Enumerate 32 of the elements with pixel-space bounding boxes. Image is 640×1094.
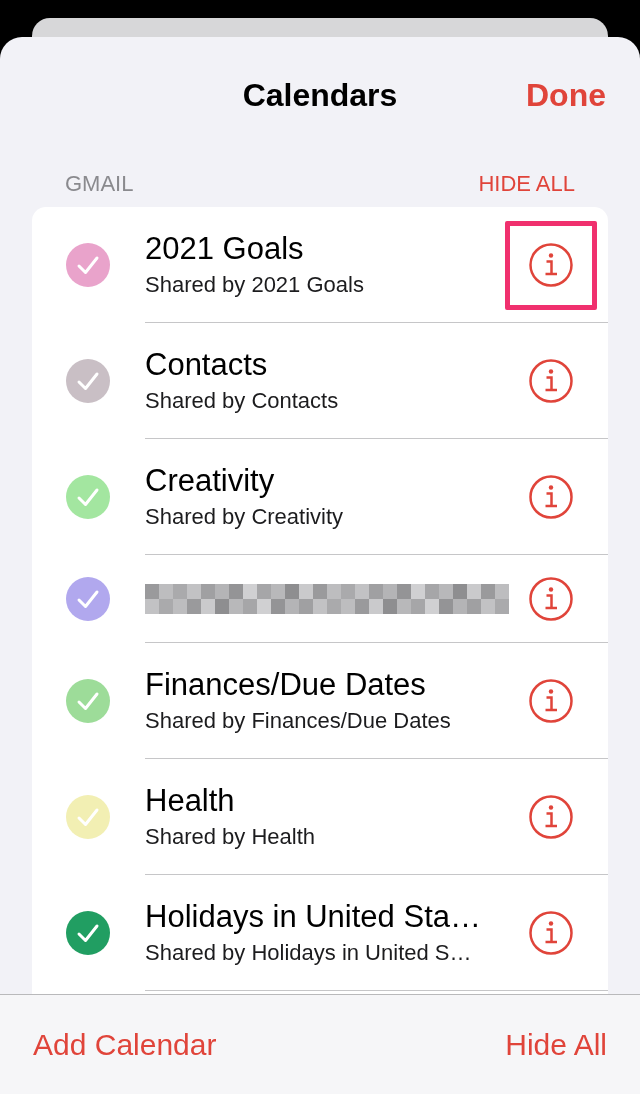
calendar-title: Contacts xyxy=(145,345,269,384)
info-icon[interactable] xyxy=(529,678,573,723)
info-icon[interactable] xyxy=(529,576,573,621)
calendar-subtitle: Shared by Creativity xyxy=(145,502,345,531)
info-icon[interactable] xyxy=(529,358,573,403)
section-header: GMAIL xyxy=(65,170,134,197)
hide-all-link[interactable]: HIDE ALL xyxy=(478,170,575,197)
calendar-subtitle: Shared by Health xyxy=(145,822,316,851)
check-circle-icon[interactable] xyxy=(66,359,110,403)
info-icon[interactable] xyxy=(529,242,573,287)
calendar-title: Holidays in United Sta… xyxy=(145,897,482,936)
check-circle-icon[interactable] xyxy=(66,243,110,287)
info-icon[interactable] xyxy=(529,794,573,839)
done-button[interactable]: Done xyxy=(526,75,606,115)
calendar-subtitle: Shared by 2021 Goals xyxy=(145,270,365,299)
info-icon[interactable] xyxy=(529,474,573,519)
calendar-title: Finances/Due Dates xyxy=(145,665,427,704)
check-circle-icon[interactable] xyxy=(66,911,110,955)
calendar-title: 2021 Goals xyxy=(145,229,305,268)
calendar-title: Creativity xyxy=(145,461,276,500)
hide-all-button[interactable]: Hide All xyxy=(505,1026,607,1063)
add-calendar-button[interactable]: Add Calendar xyxy=(33,1026,217,1063)
sheet-title: Calendars xyxy=(242,76,398,115)
calendar-subtitle: Shared by Contacts xyxy=(145,386,340,415)
check-circle-icon[interactable] xyxy=(66,679,110,723)
calendar-title: Health xyxy=(145,781,236,820)
calendar-subtitle: Shared by Finances/Due Dates xyxy=(145,706,452,735)
check-circle-icon[interactable] xyxy=(66,577,110,621)
check-circle-icon[interactable] xyxy=(66,795,110,839)
info-icon[interactable] xyxy=(529,910,573,955)
calendar-subtitle: Shared by Holidays in United S… xyxy=(145,938,473,967)
check-circle-icon[interactable] xyxy=(66,475,110,519)
